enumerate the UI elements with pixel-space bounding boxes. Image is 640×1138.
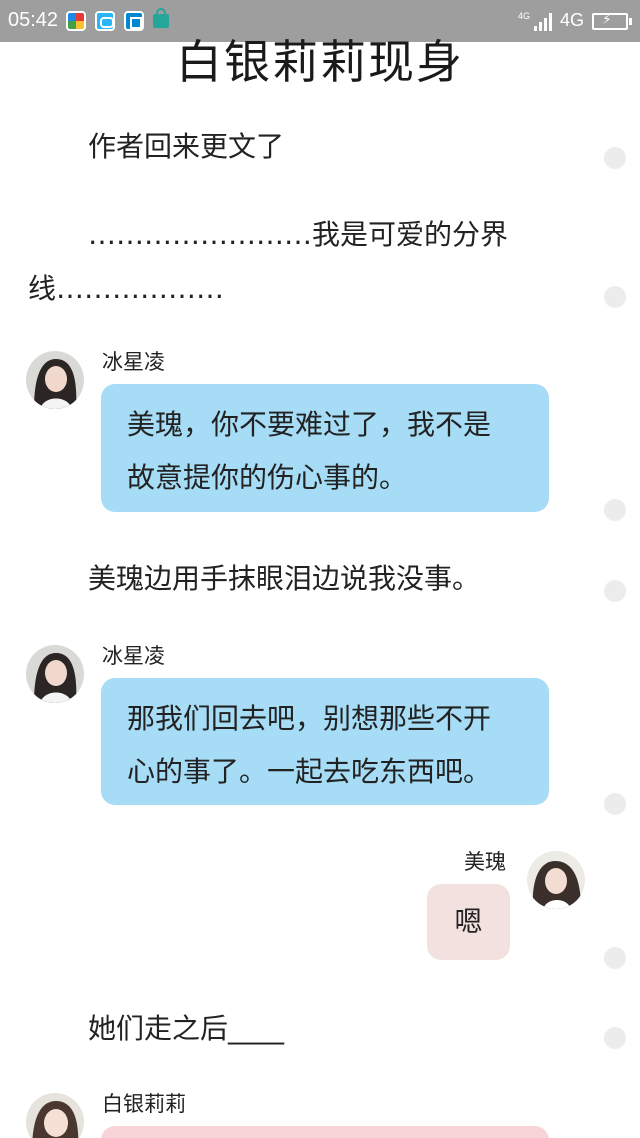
bubble-line: 那我们回去吧，别想那些不开 [127,702,492,735]
paragraph-comment-dot[interactable] [604,499,626,521]
divider-text: 线……………… [28,272,225,305]
avatar[interactable] [26,1093,84,1138]
paragraph-comment-dot[interactable] [604,793,626,815]
speaker-name: 冰星凌 [102,644,165,668]
avatar[interactable] [26,645,84,703]
avatar[interactable] [26,351,84,409]
narration-line: 她们走之后____ [88,1012,285,1045]
paragraph-comment-dot[interactable] [604,1027,626,1049]
chapter-title: 白银莉莉现身 [176,35,464,89]
speaker-name: 白银莉莉 [102,1092,186,1116]
chat-bubble: 那我们回去吧，别想那些不开 心的事了。一起去吃东西吧。 [101,678,549,805]
bubble-line: 故意提你的伤心事的。 [127,461,408,494]
bubble-line: 美瑰，你不要难过了，我不是 [127,408,492,441]
network-small-label: 4G [518,11,531,21]
chat-bubble: 美瑰，你不要难过了，我不是 故意提你的伤心事的。 [101,384,549,512]
avatar[interactable] [527,851,585,909]
divider-text: ……………………我是可爱的分界 [88,218,509,251]
paragraph-comment-dot[interactable] [604,947,626,969]
paragraph-comment-dot[interactable] [604,286,626,308]
paragraph-comment-dot[interactable] [604,147,626,169]
speaker-name: 冰星凌 [102,350,165,374]
narration-line: 美瑰边用手抹眼泪边说我没事。 [88,562,481,595]
chat-bubble [101,1126,549,1138]
speaker-name: 美瑰 [464,850,506,874]
bubble-line: 嗯 [454,905,483,938]
paragraph-comment-dot[interactable] [604,580,626,602]
bubble-line: 心的事了。一起去吃东西吧。 [127,755,492,788]
narration-line: 作者回来更文了 [88,130,285,163]
chat-bubble: 嗯 [427,884,510,960]
